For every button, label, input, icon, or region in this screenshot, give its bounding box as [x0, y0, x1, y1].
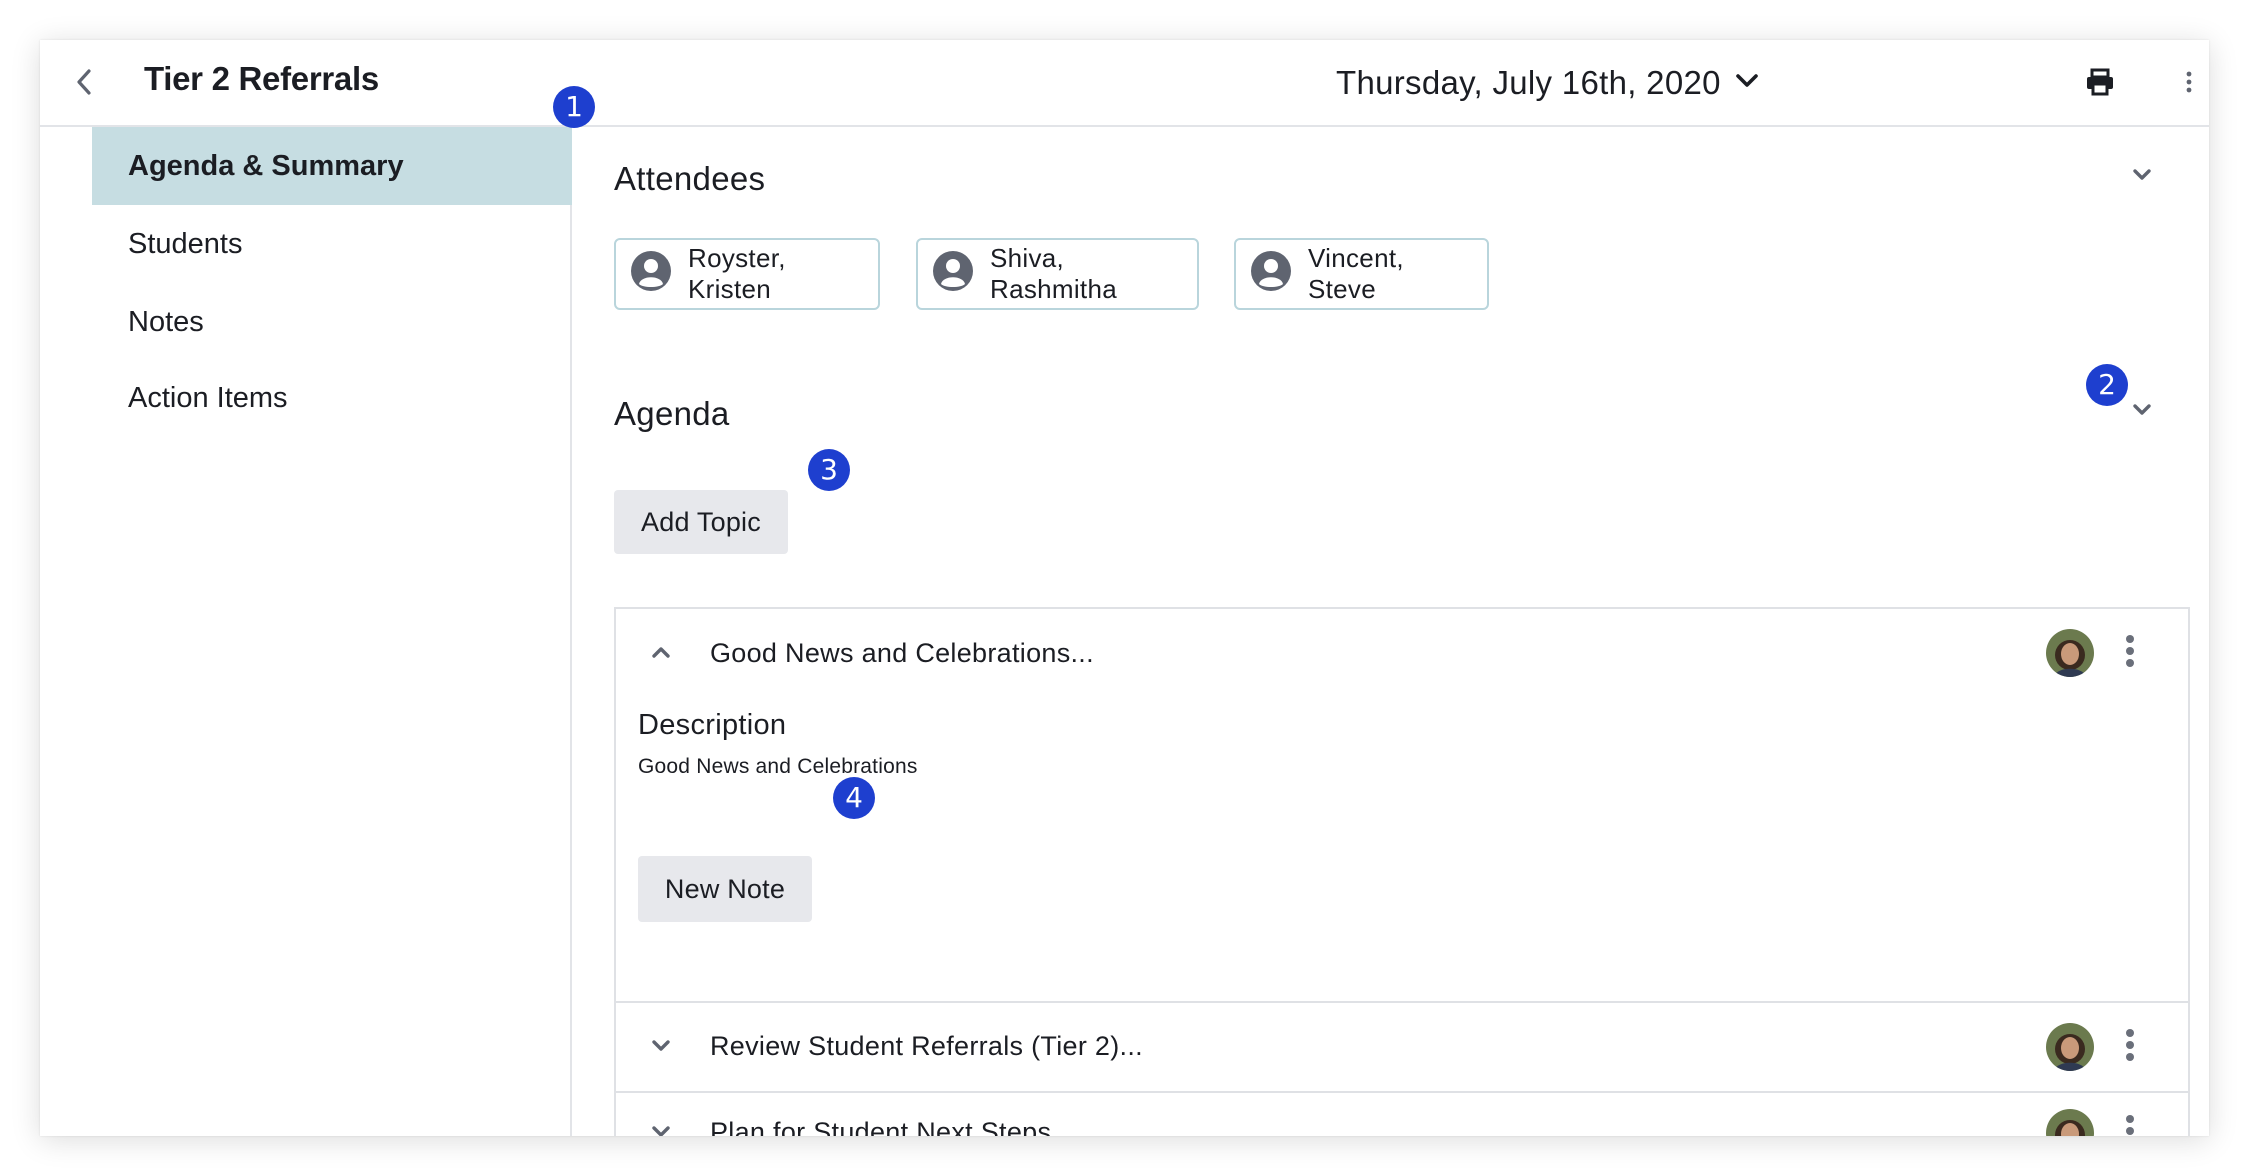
sidebar-item-label: Action Items — [128, 381, 288, 414]
chevron-down-icon — [651, 1039, 671, 1058]
agenda-collapse-toggle[interactable] — [2122, 392, 2162, 432]
user-icon — [1250, 250, 1292, 299]
user-icon — [932, 250, 974, 299]
app-window: Tier 2 Referrals Thursday, July 16th, 20… — [40, 40, 2209, 1136]
chevron-down-icon — [2132, 403, 2152, 422]
chevron-down-icon — [1735, 73, 1759, 94]
agenda-topic-collapsed: Review Student Referrals (Tier 2)... — [616, 1003, 2188, 1093]
agenda-topic-collapsed: Plan for Student Next Steps... — [616, 1093, 2188, 1136]
back-button[interactable] — [64, 64, 104, 104]
kebab-menu-icon — [2125, 634, 2135, 673]
callout-badge: 1 — [553, 86, 595, 128]
kebab-menu-icon — [2125, 1028, 2135, 1067]
callout-badge: 2 — [2086, 364, 2128, 406]
top-bar: Tier 2 Referrals Thursday, July 16th, 20… — [40, 40, 2209, 127]
avatar — [2046, 1109, 2094, 1136]
attendee-chip[interactable]: Shiva, Rashmitha — [916, 238, 1199, 310]
new-note-button[interactable]: New Note — [638, 856, 812, 922]
chevron-left-icon — [74, 68, 94, 101]
topic-more-options-button[interactable] — [2112, 629, 2148, 677]
date-picker[interactable]: Thursday, July 16th, 2020 — [1336, 60, 1759, 106]
more-options-button[interactable] — [2174, 62, 2204, 106]
callout-badge: 4 — [833, 777, 875, 819]
topic-title[interactable]: Plan for Student Next Steps... — [710, 1117, 1075, 1136]
chevron-up-icon — [651, 645, 671, 664]
sidebar-item-label: Notes — [128, 305, 204, 338]
avatar — [2046, 629, 2094, 677]
sidebar-nav: Agenda & Summary Students Notes Action I… — [40, 127, 572, 1136]
main-content: Attendees Royster, Kristen Shiva, Rashmi… — [574, 127, 2209, 1136]
topic-title[interactable]: Review Student Referrals (Tier 2)... — [710, 1031, 1143, 1062]
sidebar-item-notes[interactable]: Notes — [92, 283, 572, 361]
date-label: Thursday, July 16th, 2020 — [1336, 64, 1721, 101]
add-topic-button[interactable]: Add Topic — [614, 490, 788, 554]
kebab-menu-icon — [2185, 70, 2193, 99]
topic-more-options-button[interactable] — [2112, 1023, 2148, 1071]
attendees-collapse-toggle[interactable] — [2122, 157, 2162, 197]
sidebar-item-agenda-summary[interactable]: Agenda & Summary — [92, 127, 572, 205]
user-icon — [630, 250, 672, 299]
sidebar-item-label: Agenda & Summary — [128, 149, 404, 182]
sidebar-item-students[interactable]: Students — [92, 205, 572, 283]
kebab-menu-icon — [2125, 1114, 2135, 1137]
chevron-down-icon — [651, 1125, 671, 1136]
attendee-name: Vincent, Steve — [1308, 243, 1404, 304]
attendee-name: Shiva, Rashmitha — [990, 243, 1117, 304]
topic-more-options-button[interactable] — [2112, 1109, 2148, 1136]
expand-topic-toggle[interactable] — [644, 1117, 678, 1136]
attendee-chip[interactable]: Vincent, Steve — [1234, 238, 1489, 310]
description-heading: Description — [638, 709, 787, 741]
attendee-chip[interactable]: Royster, Kristen — [614, 238, 880, 310]
print-button[interactable] — [2078, 62, 2122, 106]
collapse-topic-toggle[interactable] — [644, 637, 678, 671]
attendee-name: Royster, Kristen — [688, 243, 786, 304]
description-text: Good News and Celebrations — [638, 755, 918, 778]
agenda-heading: Agenda — [614, 395, 730, 432]
sidebar-item-label: Students — [128, 227, 243, 260]
agenda-topic-list: Good News and Celebrations... Descriptio… — [614, 607, 2190, 1136]
callout-badge: 3 — [808, 449, 850, 491]
page-title: Tier 2 Referrals — [144, 60, 379, 97]
avatar — [2046, 1023, 2094, 1071]
expand-topic-toggle[interactable] — [644, 1031, 678, 1065]
attendees-heading: Attendees — [614, 160, 766, 197]
chevron-down-icon — [2132, 168, 2152, 187]
printer-icon — [2085, 68, 2115, 101]
sidebar-item-action-items[interactable]: Action Items — [92, 359, 572, 437]
topic-title[interactable]: Good News and Celebrations... — [710, 638, 1094, 669]
